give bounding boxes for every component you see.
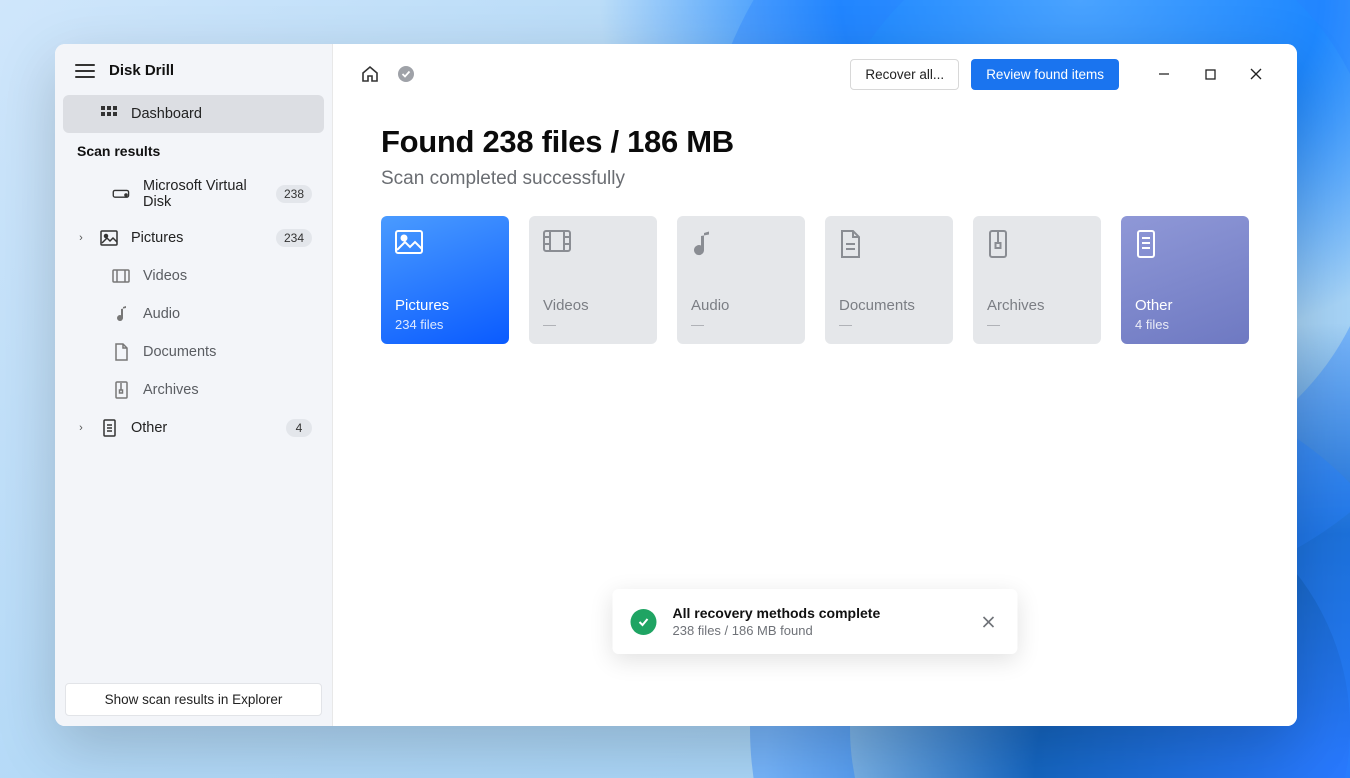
category-card-audio[interactable]: Audio — xyxy=(677,216,805,344)
sidebar-item-pictures[interactable]: › Pictures 234 xyxy=(63,219,324,257)
toast-close-button[interactable] xyxy=(978,611,1000,633)
audio-icon xyxy=(691,230,719,258)
card-title: Videos xyxy=(543,297,643,314)
sidebar-item-other[interactable]: › Other 4 xyxy=(63,409,324,447)
count-badge: 234 xyxy=(276,229,312,247)
app-window: Disk Drill Dashboard Scan results Micros… xyxy=(55,44,1297,726)
sidebar-item-documents[interactable]: Documents xyxy=(63,333,324,371)
count-badge: 238 xyxy=(276,185,312,203)
picture-icon xyxy=(395,230,423,258)
card-subtitle: 234 files xyxy=(395,317,495,332)
document-icon xyxy=(111,342,131,362)
card-title: Documents xyxy=(839,297,939,314)
sidebar-item-label: Archives xyxy=(143,382,312,398)
card-subtitle: — xyxy=(987,317,1087,332)
category-card-pictures[interactable]: Pictures 234 files xyxy=(381,216,509,344)
card-title: Archives xyxy=(987,297,1087,314)
card-subtitle: 4 files xyxy=(1135,317,1235,332)
toast-subtitle: 238 files / 186 MB found xyxy=(673,623,962,638)
count-badge: 4 xyxy=(286,419,312,437)
check-icon xyxy=(631,609,657,635)
topbar: Recover all... Review found items xyxy=(333,44,1297,100)
grid-icon xyxy=(99,104,119,124)
minimize-button[interactable] xyxy=(1141,58,1187,90)
review-found-items-button[interactable]: Review found items xyxy=(971,59,1119,90)
audio-icon xyxy=(111,304,131,324)
category-card-videos[interactable]: Videos — xyxy=(529,216,657,344)
file-icon xyxy=(99,418,119,438)
picture-icon xyxy=(99,228,119,248)
video-icon xyxy=(111,266,131,286)
maximize-button[interactable] xyxy=(1187,58,1233,90)
home-icon[interactable] xyxy=(361,65,379,83)
recover-all-button[interactable]: Recover all... xyxy=(850,59,959,90)
archive-icon xyxy=(987,230,1015,258)
document-icon xyxy=(839,230,867,258)
card-subtitle: — xyxy=(839,317,939,332)
sidebar-item-label: Documents xyxy=(143,344,312,360)
completion-toast: All recovery methods complete 238 files … xyxy=(613,589,1018,654)
disk-icon xyxy=(111,184,131,204)
menu-icon[interactable] xyxy=(75,64,95,78)
chevron-right-icon: › xyxy=(75,232,87,244)
sidebar-item-label: Other xyxy=(131,420,274,436)
category-cards: Pictures 234 files Videos — Audio — Documents —… xyxy=(381,216,1249,344)
card-subtitle: — xyxy=(543,317,643,332)
category-card-archives[interactable]: Archives — xyxy=(973,216,1101,344)
toast-title: All recovery methods complete xyxy=(673,605,962,621)
sidebar-item-label: Audio xyxy=(143,306,312,322)
sidebar-item-label: Dashboard xyxy=(131,106,312,122)
card-title: Other xyxy=(1135,297,1235,314)
page-subtitle: Scan completed successfully xyxy=(381,168,1249,190)
app-title: Disk Drill xyxy=(109,62,174,79)
card-title: Pictures xyxy=(395,297,495,314)
category-card-documents[interactable]: Documents — xyxy=(825,216,953,344)
sidebar-item-label: Microsoft Virtual Disk xyxy=(143,178,264,210)
sidebar: Disk Drill Dashboard Scan results Micros… xyxy=(55,44,333,726)
sidebar-item-videos[interactable]: Videos xyxy=(63,257,324,295)
sidebar-item-label: Pictures xyxy=(131,230,264,246)
card-title: Audio xyxy=(691,297,791,314)
close-button[interactable] xyxy=(1233,58,1279,90)
chevron-right-icon: › xyxy=(75,422,87,434)
sidebar-item-dashboard[interactable]: Dashboard xyxy=(63,95,324,133)
main-content: Recover all... Review found items Found … xyxy=(333,44,1297,726)
shield-check-icon[interactable] xyxy=(397,65,415,83)
category-card-other[interactable]: Other 4 files xyxy=(1121,216,1249,344)
show-in-explorer-button[interactable]: Show scan results in Explorer xyxy=(65,683,322,716)
sidebar-item-disk[interactable]: Microsoft Virtual Disk 238 xyxy=(63,169,324,219)
window-controls xyxy=(1141,58,1279,90)
archive-icon xyxy=(111,380,131,400)
card-subtitle: — xyxy=(691,317,791,332)
page-title: Found 238 files / 186 MB xyxy=(381,124,1249,160)
video-icon xyxy=(543,230,571,258)
sidebar-item-audio[interactable]: Audio xyxy=(63,295,324,333)
sidebar-item-archives[interactable]: Archives xyxy=(63,371,324,409)
sidebar-item-label: Videos xyxy=(143,268,312,284)
other-icon xyxy=(1135,230,1163,258)
sidebar-section-title: Scan results xyxy=(63,133,324,169)
